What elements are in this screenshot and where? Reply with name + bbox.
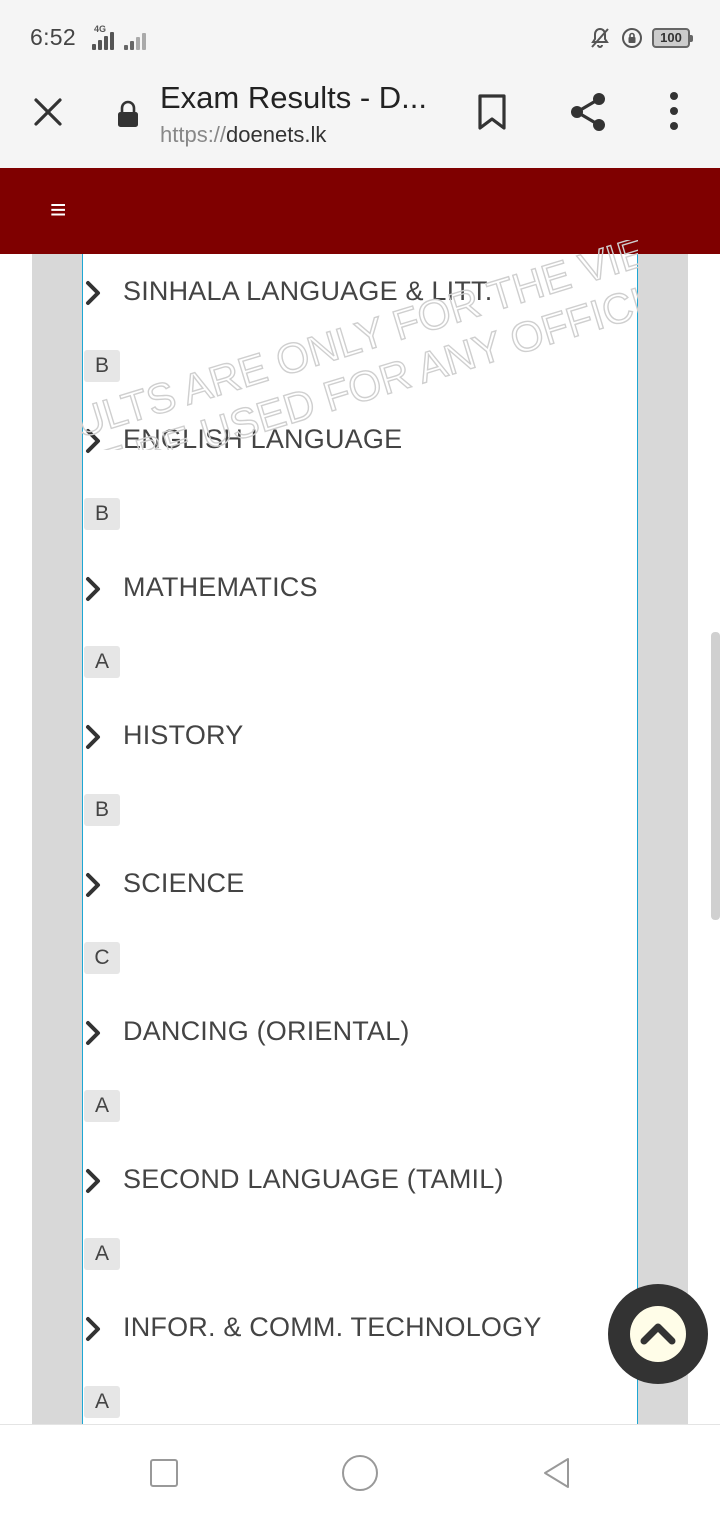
chevron-right-icon	[86, 725, 100, 749]
chevron-right-icon	[86, 577, 100, 601]
chevron-right-icon	[86, 1021, 100, 1045]
grade-badge: C	[84, 942, 120, 974]
grade-badge: B	[84, 794, 120, 826]
grade-badge: A	[84, 1386, 120, 1418]
more-vert-icon[interactable]	[660, 90, 688, 134]
chevron-right-icon	[86, 429, 100, 453]
rotation-lock-icon	[622, 28, 642, 48]
chevron-right-icon	[86, 281, 100, 305]
url-scheme: https://	[160, 122, 227, 147]
status-time: 6:52	[30, 24, 76, 50]
grade-badge: B	[84, 350, 120, 382]
chevron-right-icon	[86, 1317, 100, 1341]
back-icon[interactable]	[540, 1455, 572, 1491]
status-bar: 6:52 4G 100	[0, 0, 720, 76]
subject-name: MATHEMATICS	[123, 572, 318, 602]
hamburger-menu-icon[interactable]: ≡	[50, 196, 76, 224]
subject-row[interactable]: ENGLISH LANGUAGE	[82, 410, 638, 470]
subject-row[interactable]: SINHALA LANGUAGE & LITT.	[82, 262, 638, 322]
page-title[interactable]: Exam Results - D...	[160, 80, 427, 116]
close-icon[interactable]	[28, 92, 68, 132]
lock-icon	[118, 100, 138, 127]
left-gutter	[32, 254, 82, 1424]
scroll-to-top-inner	[630, 1306, 686, 1362]
page-url[interactable]: https://doenets.lk	[160, 122, 326, 148]
subject-name: ENGLISH LANGUAGE	[123, 424, 403, 454]
subject-name: DANCING (ORIENTAL)	[123, 1016, 410, 1046]
scroll-to-top-button[interactable]	[608, 1284, 708, 1384]
subject-name: HISTORY	[123, 720, 244, 750]
grade-badge: A	[84, 1238, 120, 1270]
home-icon[interactable]	[342, 1455, 378, 1491]
browser-toolbar: Exam Results - D... https://doenets.lk	[0, 76, 720, 168]
grade-badge: A	[84, 1090, 120, 1122]
chevron-right-icon	[86, 873, 100, 897]
subject-name: SCIENCE	[123, 868, 245, 898]
subject-row[interactable]: INFOR. & COMM. TECHNOLOGY	[82, 1298, 638, 1358]
right-gutter	[638, 254, 688, 1424]
subject-row[interactable]: MATHEMATICS	[82, 558, 638, 618]
system-nav-bar	[0, 1424, 720, 1520]
chevron-right-icon	[86, 1169, 100, 1193]
subject-name: SECOND LANGUAGE (TAMIL)	[123, 1164, 504, 1194]
share-icon[interactable]	[566, 90, 610, 134]
silent-bell-icon	[591, 27, 609, 48]
subject-name: INFOR. & COMM. TECHNOLOGY	[123, 1312, 542, 1342]
subject-name: SINHALA LANGUAGE & LITT.	[123, 276, 493, 306]
bookmark-icon[interactable]	[474, 92, 510, 132]
recents-icon[interactable]	[150, 1459, 178, 1487]
grade-badge: A	[84, 646, 120, 678]
battery-icon: 100	[652, 28, 693, 48]
subject-row[interactable]: DANCING (ORIENTAL)	[82, 1002, 638, 1062]
scrollbar-thumb[interactable]	[711, 632, 720, 920]
subject-row[interactable]: SCIENCE	[82, 854, 638, 914]
subject-row[interactable]: SECOND LANGUAGE (TAMIL)	[82, 1150, 638, 1210]
subject-row[interactable]: HISTORY	[82, 706, 638, 766]
site-header: ≡	[0, 168, 720, 254]
url-host: doenets.lk	[226, 122, 327, 147]
grade-badge: B	[84, 498, 120, 530]
chevron-up-icon	[640, 1323, 676, 1345]
